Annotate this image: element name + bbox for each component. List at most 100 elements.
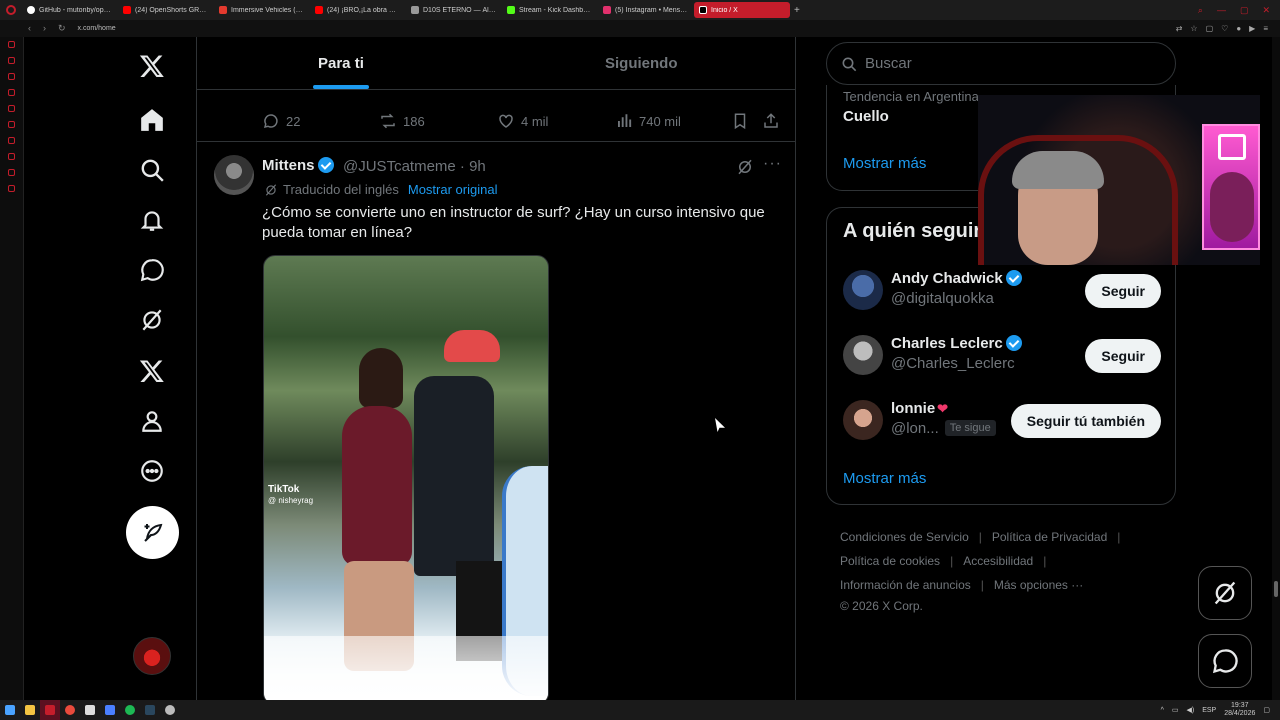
browser-tab[interactable]: Stream - Kick Dashboard xyxy=(502,2,598,18)
like-button[interactable]: 4 mil xyxy=(497,112,548,130)
play-icon[interactable]: ▶ xyxy=(1249,24,1255,33)
sidebar-panel-icon[interactable] xyxy=(8,185,15,192)
new-tab-icon[interactable]: + xyxy=(794,5,800,16)
translate-icon[interactable]: ⇄ xyxy=(1176,24,1183,33)
user-name[interactable]: lonnie ❤ xyxy=(891,400,948,417)
follow-suggestion[interactable]: Charles Leclerc @Charles_Leclerc Seguir xyxy=(827,325,1177,385)
tab-following[interactable]: Siguiendo xyxy=(605,55,678,72)
footer-link[interactable]: Política de Privacidad xyxy=(992,530,1107,544)
sidebar-panel-icon[interactable] xyxy=(8,121,15,128)
footer-more-options[interactable]: Más opciones ··· xyxy=(994,578,1083,592)
footer-link[interactable]: Política de cookies xyxy=(840,554,940,568)
sidebar-panel-icon[interactable] xyxy=(8,73,15,80)
close-icon[interactable]: ✕ xyxy=(1262,5,1270,16)
trend-name[interactable]: Cuello xyxy=(843,108,889,125)
browser-tab[interactable]: (24) ¡BRO,¡La obra maes xyxy=(310,2,406,18)
follow-button[interactable]: Seguir xyxy=(1085,339,1161,373)
sidebar-panel-icon[interactable] xyxy=(8,169,15,176)
share-button[interactable] xyxy=(762,112,780,130)
search-tabs-icon[interactable]: ⌕ xyxy=(1198,5,1203,16)
reload-icon[interactable]: ↻ xyxy=(58,23,66,34)
sidebar-panel-icon[interactable] xyxy=(8,105,15,112)
grok-icon[interactable] xyxy=(126,297,178,343)
user-name[interactable]: Andy Chadwick xyxy=(891,270,1022,287)
tweet[interactable]: Mittens @JUSTcatmeme · 9h ··· Traducido … xyxy=(197,143,795,705)
premium-x-icon[interactable] xyxy=(126,348,178,394)
minimize-icon[interactable]: — xyxy=(1217,5,1226,16)
tab-for-you[interactable]: Para ti xyxy=(318,55,364,72)
browser-app-icon[interactable] xyxy=(40,700,60,720)
tray-chevron-icon[interactable]: ^ xyxy=(1161,707,1164,714)
start-button[interactable] xyxy=(0,700,20,720)
url-field[interactable]: x.com/home xyxy=(78,25,116,32)
language-indicator[interactable]: ESP xyxy=(1202,707,1216,714)
obs-icon[interactable] xyxy=(160,700,180,720)
tweet-video[interactable]: TikTok @ nisheyrag xyxy=(263,255,549,705)
tweet-author-name[interactable]: Mittens xyxy=(262,157,334,174)
bookmark-button[interactable] xyxy=(731,112,749,130)
grok-explain-icon[interactable] xyxy=(736,158,754,176)
profile-icon[interactable] xyxy=(126,398,178,444)
explore-icon[interactable] xyxy=(126,147,178,193)
show-original-link[interactable]: Mostrar original xyxy=(408,182,498,197)
chrome-icon[interactable] xyxy=(60,700,80,720)
user-avatar[interactable] xyxy=(843,400,883,440)
volume-icon[interactable]: ◀) xyxy=(1186,706,1194,714)
follow-back-button[interactable]: Seguir tú también xyxy=(1010,404,1161,438)
page-scrollbar[interactable] xyxy=(1272,37,1280,700)
network-icon[interactable]: ▭ xyxy=(1172,706,1179,714)
app-icon[interactable] xyxy=(100,700,120,720)
browser-logo-icon[interactable] xyxy=(0,0,22,20)
footer-link[interactable]: Condiciones de Servicio xyxy=(840,530,969,544)
user-name[interactable]: Charles Leclerc xyxy=(891,335,1022,352)
messages-icon[interactable] xyxy=(126,247,178,293)
views-button[interactable]: 740 mil xyxy=(615,112,681,130)
heart-icon[interactable]: ♡ xyxy=(1221,24,1228,33)
bookmark-icon[interactable]: ☆ xyxy=(1190,24,1197,33)
browser-tab[interactable]: (24) OpenShorts GRATIS xyxy=(118,2,214,18)
account-avatar[interactable] xyxy=(133,637,171,675)
follow-suggestion[interactable]: lonnie ❤ @lon... Te sigue Seguir tú tambié… xyxy=(827,390,1177,450)
follow-button[interactable]: Seguir xyxy=(1085,274,1161,308)
sidebar-panel-icon[interactable] xyxy=(8,89,15,96)
scrollbar-thumb[interactable] xyxy=(1274,581,1278,597)
system-clock[interactable]: 19:37 28/4/2026 xyxy=(1224,702,1255,718)
menu-icon[interactable]: ≡ xyxy=(1263,24,1268,33)
messages-floating-button[interactable] xyxy=(1198,634,1252,688)
repost-button[interactable]: 186 xyxy=(379,112,425,130)
footer-link[interactable]: Información de anuncios xyxy=(840,578,971,592)
file-explorer-icon[interactable] xyxy=(20,700,40,720)
store-icon[interactable] xyxy=(80,700,100,720)
sidebar-panel-icon[interactable] xyxy=(8,137,15,144)
x-logo-icon[interactable] xyxy=(126,43,178,89)
follow-suggestion[interactable]: Andy Chadwick @digitalquokka Seguir xyxy=(827,260,1177,320)
browser-tab[interactable]: (5) Instagram • Mensajes xyxy=(598,2,694,18)
sidebar-panel-icon[interactable] xyxy=(8,57,15,64)
trends-show-more[interactable]: Mostrar más xyxy=(843,155,926,172)
wallet-icon[interactable]: ▢ xyxy=(1206,24,1214,33)
sidebar-panel-icon[interactable] xyxy=(8,41,15,48)
notifications-icon[interactable] xyxy=(126,197,178,243)
browser-tab[interactable]: Immersive Vehicles (MTS xyxy=(214,2,310,18)
sidebar-panel-icon[interactable] xyxy=(8,153,15,160)
compose-post-button[interactable] xyxy=(126,506,179,559)
search-box[interactable] xyxy=(826,42,1176,85)
home-icon[interactable] xyxy=(126,97,178,143)
search-input[interactable] xyxy=(865,55,1145,72)
back-icon[interactable]: ‹ xyxy=(28,23,31,34)
browser-tab[interactable]: D10S ETERNO — Álbum d xyxy=(406,2,502,18)
user-avatar[interactable] xyxy=(843,270,883,310)
spotify-icon[interactable] xyxy=(120,700,140,720)
user-avatar[interactable] xyxy=(843,335,883,375)
tweet-author-handle[interactable]: @JUSTcatmeme · 9h xyxy=(343,158,486,175)
grok-floating-button[interactable] xyxy=(1198,566,1252,620)
more-icon[interactable] xyxy=(126,448,178,494)
maximize-icon[interactable]: ▢ xyxy=(1240,5,1249,16)
reply-button[interactable]: 22 xyxy=(262,112,300,130)
footer-link[interactable]: Accesibilidad xyxy=(963,554,1033,568)
steam-icon[interactable] xyxy=(140,700,160,720)
notifications-tray-icon[interactable]: ▢ xyxy=(1263,706,1270,714)
who-to-follow-show-more[interactable]: Mostrar más xyxy=(843,470,926,487)
extension-icon[interactable]: ● xyxy=(1236,24,1241,33)
forward-icon[interactable]: › xyxy=(43,23,46,34)
